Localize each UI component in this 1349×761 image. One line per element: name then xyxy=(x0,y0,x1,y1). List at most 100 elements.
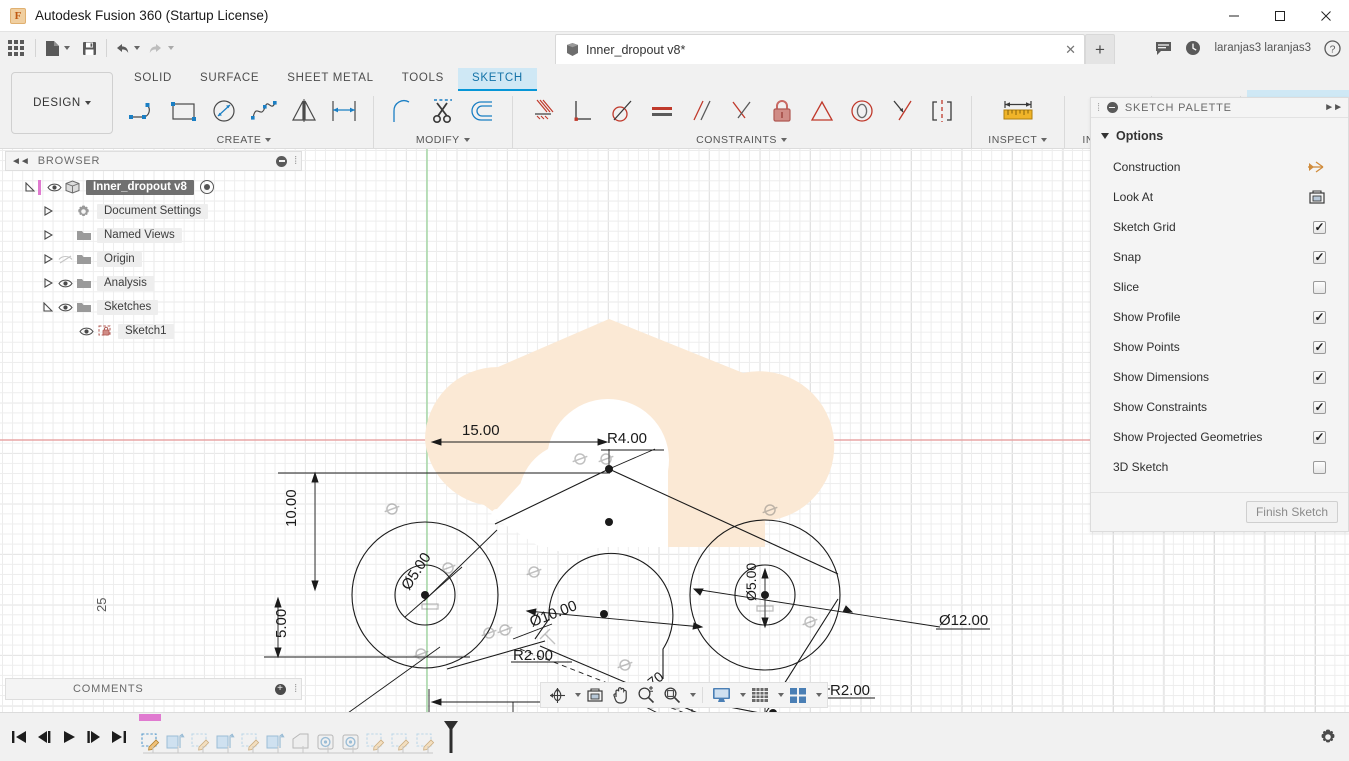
play-icon[interactable] xyxy=(56,722,81,752)
rectangle-icon[interactable] xyxy=(164,91,204,131)
zoom-window-icon[interactable] xyxy=(660,684,684,706)
browser-item-analysis[interactable]: Analysis xyxy=(5,271,302,295)
step-back-icon[interactable] xyxy=(31,722,56,752)
expand-triangle-icon[interactable] xyxy=(23,181,36,194)
option-slice[interactable]: Slice xyxy=(1091,272,1348,302)
fillet-icon[interactable] xyxy=(383,91,423,131)
panel-inspect-label[interactable]: INSPECT xyxy=(988,132,1048,148)
orbit-nav-icon[interactable] xyxy=(546,684,569,706)
panel-modify-label[interactable]: MODIFY xyxy=(416,132,470,148)
browser-item-sketch1[interactable]: Sketch1 xyxy=(5,319,302,343)
measure-ruler-icon[interactable] xyxy=(992,90,1044,132)
browser-minimize-icon[interactable] xyxy=(276,155,287,167)
snap-checkbox[interactable] xyxy=(1313,250,1326,264)
option-show-points[interactable]: Show Points xyxy=(1091,332,1348,362)
visibility-eye-icon[interactable] xyxy=(56,299,74,315)
show-points-checkbox[interactable] xyxy=(1313,340,1326,354)
workspace-switcher-button[interactable]: DESIGN xyxy=(11,72,113,134)
skip-to-start-icon[interactable] xyxy=(6,722,31,752)
mirror-icon[interactable] xyxy=(284,91,324,131)
symmetry-icon[interactable] xyxy=(922,91,962,131)
pan-hand-icon[interactable] xyxy=(609,684,632,706)
fix-ground-icon[interactable] xyxy=(522,91,562,131)
undo-button[interactable] xyxy=(110,32,144,64)
sketch-grid-checkbox[interactable] xyxy=(1313,220,1326,234)
palette-drag-grip[interactable]: ⁞ xyxy=(1097,102,1101,114)
comments-panel[interactable]: COMMENTS + ⁞ xyxy=(5,678,302,700)
line-icon[interactable] xyxy=(124,91,164,131)
dimension-icon[interactable] xyxy=(324,91,364,131)
concentric-icon[interactable] xyxy=(802,91,842,131)
chevron-down-icon[interactable] xyxy=(778,693,784,697)
tangent-icon[interactable] xyxy=(602,91,642,131)
option-construction[interactable]: Construction xyxy=(1091,152,1348,182)
construction-icon[interactable] xyxy=(1306,160,1326,174)
equal-icon[interactable] xyxy=(642,91,682,131)
sketch-palette-header[interactable]: ⁞ SKETCH PALETTE ►► xyxy=(1091,98,1348,118)
panel-create-label[interactable]: CREATE xyxy=(217,132,272,148)
viewports-icon[interactable] xyxy=(786,684,810,706)
display-settings-icon[interactable] xyxy=(709,684,734,706)
add-comment-icon[interactable]: + xyxy=(275,683,286,695)
show-constraints-checkbox[interactable] xyxy=(1313,400,1326,414)
expand-triangle-icon[interactable] xyxy=(41,229,54,242)
look-at-icon[interactable] xyxy=(1308,189,1326,205)
visibility-eye-off-icon[interactable] xyxy=(56,251,74,267)
zoom-plus-minus-icon[interactable] xyxy=(634,684,658,706)
option-show-dimensions[interactable]: Show Dimensions xyxy=(1091,362,1348,392)
new-tab-button[interactable]: + xyxy=(1085,34,1115,64)
minimize-button[interactable] xyxy=(1211,0,1257,32)
offset-icon[interactable] xyxy=(463,91,503,131)
option-snap[interactable]: Snap xyxy=(1091,242,1348,272)
activate-component-radio[interactable] xyxy=(199,180,214,194)
redo-button[interactable] xyxy=(144,32,178,64)
show-projected-geometries-checkbox[interactable] xyxy=(1313,430,1326,444)
new-document-button[interactable] xyxy=(39,32,75,64)
parallel-icon[interactable] xyxy=(682,91,722,131)
maximize-button[interactable] xyxy=(1257,0,1303,32)
document-tab[interactable]: Inner_dropout v8* ✕ xyxy=(555,34,1085,64)
step-forward-icon[interactable] xyxy=(81,722,106,752)
tab-sheet-metal[interactable]: SHEET METAL xyxy=(273,68,388,89)
browser-header[interactable]: ◄◄ BROWSER ⁞ xyxy=(5,151,302,171)
tab-tools[interactable]: TOOLS xyxy=(388,68,458,89)
timeline-settings-gear-icon[interactable] xyxy=(1319,728,1337,746)
expand-triangle-icon[interactable] xyxy=(41,205,54,218)
collapse-left-icon[interactable]: ◄◄ xyxy=(11,156,30,167)
username-label[interactable]: laranjas3 laranjas3 xyxy=(1214,42,1311,54)
visibility-eye-icon[interactable] xyxy=(45,179,63,195)
comments-resize-grip[interactable]: ⁞ xyxy=(294,683,298,695)
lock-icon[interactable] xyxy=(762,91,802,131)
option-look-at[interactable]: Look At xyxy=(1091,182,1348,212)
show-dimensions-checkbox[interactable] xyxy=(1313,370,1326,384)
save-button[interactable] xyxy=(75,32,103,64)
browser-item-sketches[interactable]: Sketches xyxy=(5,295,302,319)
look-at-nav-icon[interactable] xyxy=(583,684,607,706)
browser-item-inner-dropout[interactable]: Inner_dropout v8 xyxy=(5,175,302,199)
finish-sketch-button[interactable]: Finish Sketch xyxy=(1245,501,1338,523)
tab-solid[interactable]: SOLID xyxy=(120,68,186,89)
comments-icon[interactable] xyxy=(1155,41,1172,56)
expand-triangle-icon[interactable] xyxy=(41,253,54,266)
collinear-icon[interactable] xyxy=(842,91,882,131)
close-tab-icon[interactable]: ✕ xyxy=(1065,42,1076,58)
circle-icon[interactable] xyxy=(204,91,244,131)
coincident-icon[interactable] xyxy=(882,91,922,131)
browser-item-origin[interactable]: Origin xyxy=(5,247,302,271)
visibility-eye-icon[interactable] xyxy=(56,275,74,291)
skip-to-end-icon[interactable] xyxy=(106,722,131,752)
chevron-down-icon[interactable] xyxy=(575,693,581,697)
grid-snap-icon[interactable] xyxy=(748,684,772,706)
option-show-projected-geometries[interactable]: Show Projected Geometries xyxy=(1091,422,1348,452)
show-profile-checkbox[interactable] xyxy=(1313,310,1326,324)
midpoint-icon[interactable] xyxy=(722,91,762,131)
option-3d-sketch[interactable]: 3D Sketch xyxy=(1091,452,1348,482)
browser-item-named-views[interactable]: Named Views xyxy=(5,223,302,247)
browser-item-document-settings[interactable]: Document Settings xyxy=(5,199,302,223)
slice-checkbox[interactable] xyxy=(1313,280,1326,294)
option-show-profile[interactable]: Show Profile xyxy=(1091,302,1348,332)
app-grid-icon[interactable] xyxy=(0,32,32,64)
perpendicular-icon[interactable] xyxy=(562,91,602,131)
trim-scissors-icon[interactable] xyxy=(423,91,463,131)
expand-right-icon[interactable]: ►► xyxy=(1324,102,1343,113)
